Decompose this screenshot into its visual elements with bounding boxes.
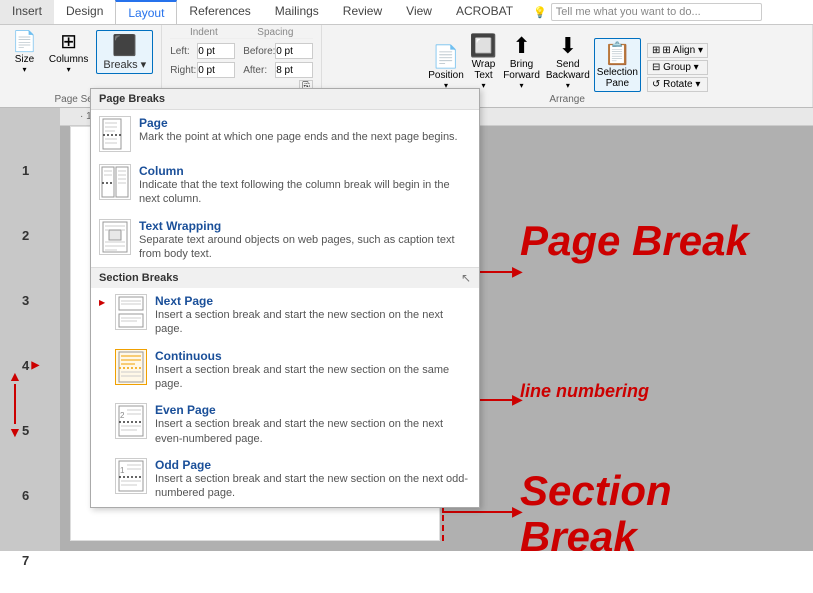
submenu-arrow: ▶: [99, 298, 107, 307]
cursor-indicator: ↖: [461, 271, 479, 285]
break-page-icon: [99, 116, 131, 152]
tab-view[interactable]: View: [394, 0, 444, 24]
tab-design[interactable]: Design: [54, 0, 115, 24]
svg-text:2: 2: [120, 411, 125, 420]
break-page-item[interactable]: Page Mark the point at which one page en…: [91, 110, 479, 158]
line-num-7: 7: [22, 528, 29, 593]
break-column-icon: [99, 164, 131, 200]
break-oddpage-icon: 1: [115, 458, 147, 494]
break-continuous-icon: [115, 349, 147, 385]
page-break-label: Page Break: [520, 218, 749, 264]
indent-left-label: Left:: [170, 46, 195, 57]
search-box[interactable]: Tell me what you want to do...: [551, 3, 762, 21]
section-breaks-title: Section Breaks: [91, 268, 461, 288]
break-continuous-text: Continuous Insert a section break and st…: [155, 349, 471, 392]
spacing-after-input[interactable]: [275, 62, 313, 78]
rotate-button[interactable]: ↺ Rotate ▾: [647, 77, 708, 92]
position-button[interactable]: 📄 Position ▾: [426, 42, 466, 92]
break-nextpage-item[interactable]: ▶ Next Page Insert a section break and s…: [91, 288, 479, 343]
indent-right-label: Right:: [170, 65, 195, 76]
ribbon-tabs: Insert Design Layout References Mailings…: [0, 0, 813, 25]
break-evenpage-item[interactable]: 2 Even Page Insert a section break and s…: [91, 397, 479, 452]
line-num-6: 6: [22, 463, 29, 528]
line-num-2: 2: [22, 203, 29, 268]
break-oddpage-text: Odd Page Insert a section break and star…: [155, 458, 471, 501]
breaks-button[interactable]: ⬛ Breaks ▾: [96, 30, 153, 74]
tab-layout[interactable]: Layout: [115, 0, 177, 24]
break-oddpage-item[interactable]: 1 Odd Page Insert a section break and st…: [91, 452, 479, 507]
break-textwrap-item[interactable]: Text Wrapping Separate text around objec…: [91, 213, 479, 268]
page-breaks-title: Page Breaks: [91, 89, 479, 110]
break-nextpage-text: Next Page Insert a section break and sta…: [155, 294, 471, 337]
svg-text:1: 1: [120, 466, 125, 475]
spacing-before-label: Before:: [243, 46, 273, 57]
vertical-arrow: ▲ ▼: [8, 368, 22, 440]
selection-pane-button[interactable]: 📋 Selection Pane: [594, 38, 641, 92]
break-evenpage-icon: 2: [115, 403, 147, 439]
tab-mailings[interactable]: Mailings: [263, 0, 331, 24]
break-textwrap-icon: [99, 219, 131, 255]
group-button[interactable]: ⊟ Group ▾: [647, 60, 708, 75]
break-nextpage-icon: [115, 294, 147, 330]
spacing-header: Spacing: [257, 27, 293, 38]
tab-acrobat[interactable]: ACROBAT: [444, 0, 525, 24]
break-evenpage-text: Even Page Insert a section break and sta…: [155, 403, 471, 446]
bring-forward-button[interactable]: ⬆ Bring Forward ▾: [501, 31, 542, 92]
tab-review[interactable]: Review: [331, 0, 394, 24]
break-continuous-item[interactable]: Continuous Insert a section break and st…: [91, 343, 479, 398]
columns-button[interactable]: ⊞ Columns ▾: [45, 27, 92, 76]
break-column-text: Column Indicate that the text following …: [139, 164, 471, 207]
tab-insert[interactable]: Insert: [0, 0, 54, 24]
break-page-text: Page Mark the point at which one page en…: [139, 116, 471, 144]
break-textwrap-text: Text Wrapping Separate text around objec…: [139, 219, 471, 262]
send-backward-button[interactable]: ⬇ Send Backward ▾: [544, 31, 592, 92]
line-num-1: 1: [22, 138, 29, 203]
line-num-5: 5: [22, 398, 29, 463]
break-column-item[interactable]: Column Indicate that the text following …: [91, 158, 479, 213]
tab-references[interactable]: References: [177, 0, 262, 24]
section-break-label: SectionBreak: [520, 468, 672, 551]
indent-right-input[interactable]: [197, 62, 235, 78]
spacing-after-label: After:: [243, 65, 273, 76]
line-num-4: 4 ▶: [22, 333, 29, 398]
spacing-before-input[interactable]: [275, 43, 313, 59]
align-button[interactable]: ⊞ ⊞ Align ▾: [647, 43, 708, 58]
breaks-dropdown: Page Breaks Page Mark the point at which…: [90, 88, 480, 508]
arrange-label: Arrange: [549, 92, 585, 105]
wrap-text-button[interactable]: 🔲 Wrap Text ▾: [468, 31, 499, 92]
line-num-3: 3: [22, 268, 29, 333]
indent-left-input[interactable]: [197, 43, 235, 59]
size-button[interactable]: 📄 Size ▾: [8, 27, 41, 76]
indent-header: Indent: [190, 27, 218, 38]
line-numbering-label: line numbering: [520, 381, 649, 402]
